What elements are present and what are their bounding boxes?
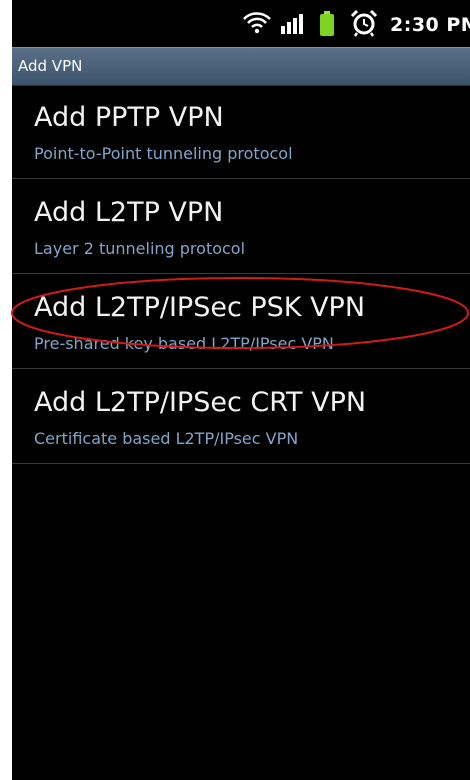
- vpn-option-l2tp-ipsec-psk[interactable]: Add L2TP/IPSec PSK VPN Pre-shared key ba…: [12, 274, 470, 369]
- vpn-option-subtitle: Point-to-Point tunneling protocol: [34, 144, 293, 163]
- vpn-option-title: Add PPTP VPN: [34, 102, 224, 133]
- vpn-option-subtitle: Certificate based L2TP/IPsec VPN: [34, 429, 299, 448]
- vpn-option-subtitle: Layer 2 tunneling protocol: [34, 239, 246, 258]
- signal-icon: [280, 14, 306, 38]
- alarm-icon: [350, 9, 378, 41]
- vpn-option-pptp[interactable]: Add PPTP VPN Point-to-Point tunneling pr…: [12, 84, 470, 179]
- wifi-icon: [242, 10, 272, 38]
- vpn-option-l2tp-ipsec-crt[interactable]: Add L2TP/IPSec CRT VPN Certificate based…: [12, 369, 470, 464]
- vpn-option-title: Add L2TP/IPSec PSK VPN: [34, 292, 366, 323]
- vpn-option-subtitle: Pre-shared key based L2TP/IPsec VPN: [34, 334, 334, 353]
- vpn-option-title: Add L2TP/IPSec CRT VPN: [34, 387, 367, 418]
- status-bar: 2:30 PM: [12, 0, 470, 47]
- status-clock: 2:30 PM: [390, 14, 470, 36]
- page-title: Add VPN: [18, 57, 83, 75]
- vpn-option-title: Add L2TP VPN: [34, 197, 224, 228]
- battery-icon: [319, 11, 335, 41]
- vpn-option-l2tp[interactable]: Add L2TP VPN Layer 2 tunneling protocol: [12, 179, 470, 274]
- vpn-options-list: Add PPTP VPN Point-to-Point tunneling pr…: [12, 84, 470, 464]
- phone-screen: 2:30 PM Add VPN Add PPTP VPN Point-to-Po…: [12, 0, 470, 780]
- title-bar: Add VPN: [12, 47, 470, 86]
